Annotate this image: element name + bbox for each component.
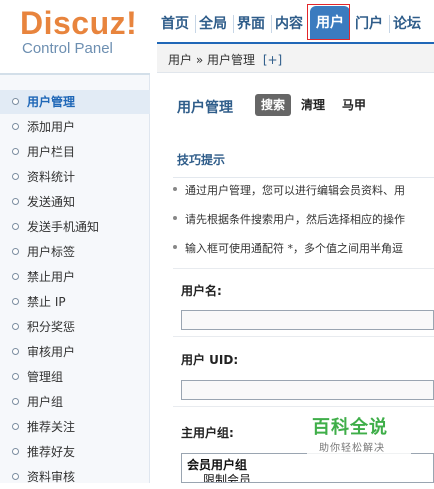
sidebar-item[interactable]: 资料统计 bbox=[0, 165, 150, 189]
sidebar-item-label: 禁止用户 bbox=[27, 270, 76, 284]
bullet-icon bbox=[173, 245, 177, 249]
sidebar-item[interactable]: 用户栏目 bbox=[0, 140, 150, 164]
nav-separator bbox=[233, 15, 234, 33]
sidebar-item-label: 用户组 bbox=[27, 395, 64, 409]
tips-divider bbox=[173, 177, 434, 178]
sidebar-item-label: 积分奖惩 bbox=[27, 320, 76, 334]
bullet-icon bbox=[12, 248, 19, 255]
sidebar-item-label: 发送手机通知 bbox=[27, 220, 100, 234]
form-divider bbox=[173, 406, 434, 407]
breadcrumb-bar: 用户 » 用户管理 [+] bbox=[157, 42, 434, 73]
add-shortcut-link[interactable]: [+] bbox=[263, 53, 282, 67]
bullet-icon bbox=[12, 348, 19, 355]
bullet-icon bbox=[173, 216, 177, 220]
tab-vest[interactable]: 马甲 bbox=[342, 94, 366, 116]
bullet-icon bbox=[12, 123, 19, 130]
sidebar-item[interactable]: 审核用户 bbox=[0, 340, 150, 364]
bullet-icon bbox=[12, 273, 19, 280]
sidebar-item[interactable]: 推荐关注 bbox=[0, 415, 150, 439]
nav-interface[interactable]: 界面 bbox=[237, 13, 265, 35]
sidebar-item-label: 推荐关注 bbox=[27, 420, 76, 434]
nav-global[interactable]: 全局 bbox=[199, 13, 227, 35]
sidebar-item-user-manage[interactable]: 用户管理 bbox=[0, 90, 150, 114]
tip-item: 请先根据条件搜索用户，然后选择相应的操作 bbox=[185, 213, 405, 226]
sidebar-item[interactable]: 用户标签 bbox=[0, 240, 150, 264]
tab-search[interactable]: 搜索 bbox=[255, 94, 292, 116]
discuz-logo[interactable]: Discuz! Control Panel bbox=[20, 6, 160, 66]
nav-content[interactable]: 内容 bbox=[275, 13, 303, 35]
watermark-title: 百科全说 bbox=[312, 417, 388, 438]
tip-item: 通过用户管理，您可以进行编辑会员资料、用 bbox=[185, 184, 405, 197]
highlight-box bbox=[307, 4, 350, 40]
bullet-icon bbox=[12, 398, 19, 405]
sidebar-item-label: 禁止 IP bbox=[27, 295, 66, 309]
sidebar-item-label: 审核用户 bbox=[27, 345, 76, 359]
tips-title: 技巧提示 bbox=[177, 153, 226, 167]
tip-item: 输入框可使用通配符 *，多个值之间用半角逗 bbox=[185, 242, 403, 255]
bullet-icon bbox=[12, 298, 19, 305]
top-nav: 首页 全局 界面 内容 用户 门户 论坛 bbox=[153, 0, 434, 42]
bullet-icon bbox=[12, 198, 19, 205]
bullet-icon bbox=[12, 98, 19, 105]
page-title: 用户管理 bbox=[177, 100, 233, 116]
sidebar-item-label: 推荐好友 bbox=[27, 445, 76, 459]
sidebar-item-label: 用户栏目 bbox=[27, 145, 76, 159]
sidebar-item[interactable]: 禁止用户 bbox=[0, 265, 150, 289]
nav-forum[interactable]: 论坛 bbox=[393, 13, 421, 35]
bullet-icon bbox=[12, 148, 19, 155]
uid-label: 用户 UID: bbox=[181, 353, 239, 367]
bullet-icon bbox=[12, 173, 19, 180]
bullet-icon bbox=[12, 423, 19, 430]
sidebar-item-label: 管理组 bbox=[27, 370, 64, 384]
watermark: 百科全说 助你轻松解决 bbox=[307, 410, 411, 458]
sidebar-item-label: 发送通知 bbox=[27, 195, 76, 209]
nav-separator bbox=[271, 15, 272, 33]
logo-text: Discuz! bbox=[20, 5, 138, 41]
sidebar-item[interactable]: 发送通知 bbox=[0, 190, 150, 214]
uid-input[interactable] bbox=[181, 380, 434, 400]
bullet-icon bbox=[12, 448, 19, 455]
sidebar-item[interactable]: 管理组 bbox=[0, 365, 150, 389]
sidebar-item[interactable]: 用户组 bbox=[0, 390, 150, 414]
form-divider bbox=[173, 336, 434, 337]
sidebar-item-label: 用户标签 bbox=[27, 245, 76, 259]
bullet-icon bbox=[12, 473, 19, 480]
sidebar-item-label: 资料统计 bbox=[27, 170, 76, 184]
bullet-icon bbox=[173, 187, 177, 191]
form-divider bbox=[173, 268, 434, 269]
sidebar-item-label: 添加用户 bbox=[27, 120, 76, 134]
sidebar-item[interactable]: 发送手机通知 bbox=[0, 215, 150, 239]
sidebar-item[interactable]: 添加用户 bbox=[0, 115, 150, 139]
watermark-subtitle: 助你轻松解决 bbox=[319, 443, 385, 454]
nav-home[interactable]: 首页 bbox=[161, 13, 189, 35]
logo-subtitle: Control Panel bbox=[22, 40, 113, 57]
sidebar-item[interactable]: 积分奖惩 bbox=[0, 315, 150, 339]
nav-portal[interactable]: 门户 bbox=[355, 13, 383, 35]
bullet-icon bbox=[12, 223, 19, 230]
username-input[interactable] bbox=[181, 310, 434, 330]
tab-cleanup[interactable]: 清理 bbox=[301, 94, 325, 116]
sidebar-item[interactable]: 资料审核 bbox=[0, 465, 150, 489]
sidebar-divider bbox=[0, 73, 150, 75]
nav-separator bbox=[195, 15, 196, 33]
sidebar-item-label: 用户管理 bbox=[27, 95, 76, 109]
sidebar-item[interactable]: 推荐好友 bbox=[0, 440, 150, 464]
option-restricted-member[interactable]: 限制会员 bbox=[203, 471, 251, 482]
breadcrumb: 用户 » 用户管理 [+] bbox=[168, 51, 282, 68]
sidebar-item[interactable]: 禁止 IP bbox=[0, 290, 150, 314]
bullet-icon bbox=[12, 373, 19, 380]
sidebar-item-label: 资料审核 bbox=[27, 470, 76, 484]
bullet-icon bbox=[12, 323, 19, 330]
username-label: 用户名: bbox=[181, 284, 222, 298]
breadcrumb-path[interactable]: 用户 » 用户管理 bbox=[168, 53, 255, 67]
nav-separator bbox=[389, 15, 390, 33]
group-label: 主用户组: bbox=[181, 426, 234, 440]
